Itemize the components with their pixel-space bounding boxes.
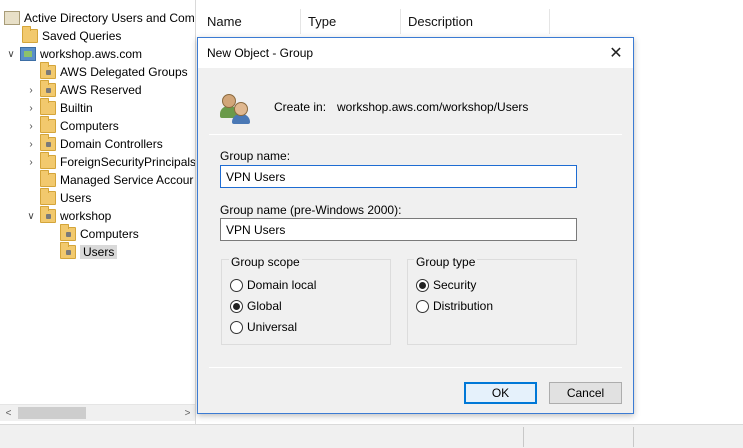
- tree-item-domain[interactable]: ∨ workshop.aws.com: [6, 45, 142, 63]
- radio-domain-local[interactable]: Domain local: [230, 278, 316, 292]
- scroll-right-arrow-icon[interactable]: >: [179, 405, 195, 422]
- radio-label: Distribution: [433, 299, 494, 313]
- radio-label: Security: [433, 278, 477, 292]
- group-name-input[interactable]: [220, 165, 577, 188]
- tree-item-workshop-computers[interactable]: Computers: [60, 224, 139, 243]
- tree-item-users[interactable]: Users: [40, 188, 92, 207]
- folder-icon: [40, 188, 56, 205]
- radio-label: Domain local: [247, 278, 317, 292]
- ok-button[interactable]: OK: [464, 382, 537, 404]
- folder-icon: [40, 116, 56, 133]
- tree-item-workshop-users[interactable]: Users: [60, 242, 118, 261]
- column-header-name[interactable]: Name: [200, 9, 301, 34]
- status-bar: [0, 424, 743, 448]
- tree-item-aws-reserved[interactable]: › AWS Reserved: [26, 80, 142, 99]
- radio-circle[interactable]: [230, 299, 243, 313]
- radio-universal[interactable]: Universal: [230, 320, 297, 334]
- ou-folder-icon: [40, 134, 56, 151]
- tree-item-aws-delegated-groups[interactable]: AWS Delegated Groups: [40, 62, 188, 81]
- tree-item-label: AWS Delegated Groups: [60, 65, 188, 79]
- chevron-right-icon[interactable]: ›: [26, 117, 36, 135]
- tree-item-label: Computers: [60, 119, 119, 133]
- domain-icon: [20, 47, 36, 61]
- create-in-path: workshop.aws.com/workshop/Users: [337, 100, 529, 114]
- status-divider: [633, 427, 634, 447]
- folder-icon: [22, 26, 38, 43]
- ou-folder-icon: [40, 80, 56, 97]
- chevron-right-icon[interactable]: ›: [26, 81, 36, 99]
- group-scope-legend: Group scope: [229, 255, 302, 269]
- tree-item-label: Builtin: [60, 101, 93, 115]
- scroll-left-arrow-icon[interactable]: <: [0, 405, 17, 422]
- divider: [209, 367, 622, 368]
- radio-label: Universal: [247, 320, 298, 334]
- tree-item-label: workshop.aws.com: [40, 47, 143, 61]
- radio-circle[interactable]: [416, 278, 429, 292]
- group-type-legend: Group type: [414, 255, 478, 269]
- close-icon[interactable]: ✕: [599, 38, 633, 68]
- tree-item-saved-queries[interactable]: Saved Queries: [22, 26, 122, 45]
- tree-item-label: ForeignSecurityPrincipals: [60, 155, 196, 169]
- tree-item-domain-controllers[interactable]: › Domain Controllers: [26, 134, 163, 153]
- chevron-down-icon[interactable]: ∨: [26, 207, 36, 225]
- ou-folder-icon: [40, 62, 56, 79]
- tree-item-foreign-security-principals[interactable]: › ForeignSecurityPrincipals: [26, 152, 196, 171]
- tree-horizontal-scrollbar[interactable]: < >: [0, 404, 195, 422]
- tree-item-managed-service-accounts[interactable]: Managed Service Accour: [40, 170, 194, 189]
- folder-icon: [40, 98, 56, 115]
- group-name-label: Group name:: [220, 149, 291, 163]
- new-object-group-dialog: New Object - Group ✕ Create in: workshop…: [197, 37, 634, 414]
- tree-item-root[interactable]: Active Directory Users and Com: [4, 9, 195, 27]
- tree-item-label: Managed Service Accour: [60, 173, 194, 187]
- chevron-right-icon[interactable]: ›: [26, 135, 36, 153]
- tree-item-computers[interactable]: › Computers: [26, 116, 119, 135]
- chevron-right-icon[interactable]: ›: [26, 153, 36, 171]
- folder-icon: [40, 170, 56, 187]
- aduc-root-icon: [4, 11, 20, 25]
- group-name-pre2000-label: Group name (pre-Windows 2000):: [220, 203, 402, 217]
- radio-circle[interactable]: [416, 299, 429, 313]
- ou-folder-icon: [60, 224, 76, 241]
- tree-item-label: Domain Controllers: [60, 137, 163, 151]
- column-header-description[interactable]: Description: [401, 9, 550, 34]
- radio-circle[interactable]: [230, 278, 243, 292]
- tree-item-label: Users: [60, 191, 92, 205]
- tree-item-label: Computers: [80, 227, 139, 241]
- tree-item-label: Active Directory Users and Com: [24, 11, 195, 25]
- divider: [209, 134, 622, 135]
- ou-folder-icon: [40, 206, 56, 223]
- dialog-titlebar: New Object - Group ✕: [198, 38, 633, 68]
- radio-label: Global: [247, 299, 282, 313]
- scroll-thumb[interactable]: [18, 407, 86, 419]
- radio-distribution[interactable]: Distribution: [416, 299, 493, 313]
- ou-folder-icon: [60, 242, 76, 259]
- group-icon: [220, 94, 252, 124]
- console-tree: Active Directory Users and Com Saved Que…: [0, 0, 196, 424]
- radio-global[interactable]: Global: [230, 299, 282, 313]
- column-header-type[interactable]: Type: [301, 9, 401, 34]
- cancel-button[interactable]: Cancel: [549, 382, 622, 404]
- chevron-down-icon[interactable]: ∨: [6, 45, 16, 63]
- chevron-right-icon[interactable]: ›: [26, 99, 36, 117]
- radio-security[interactable]: Security: [416, 278, 476, 292]
- folder-icon: [40, 152, 56, 169]
- tree-item-label: Users: [80, 245, 118, 259]
- tree-item-builtin[interactable]: › Builtin: [26, 98, 93, 117]
- group-name-pre2000-input[interactable]: [220, 218, 577, 241]
- status-divider: [523, 427, 524, 447]
- create-in-label: Create in:: [274, 100, 327, 114]
- dialog-title: New Object - Group: [207, 46, 314, 60]
- radio-circle[interactable]: [230, 320, 243, 334]
- tree-item-label: AWS Reserved: [60, 83, 142, 97]
- tree-item-label: workshop: [60, 209, 112, 223]
- tree-item-workshop[interactable]: ∨ workshop: [26, 206, 112, 225]
- tree-item-label: Saved Queries: [42, 29, 122, 43]
